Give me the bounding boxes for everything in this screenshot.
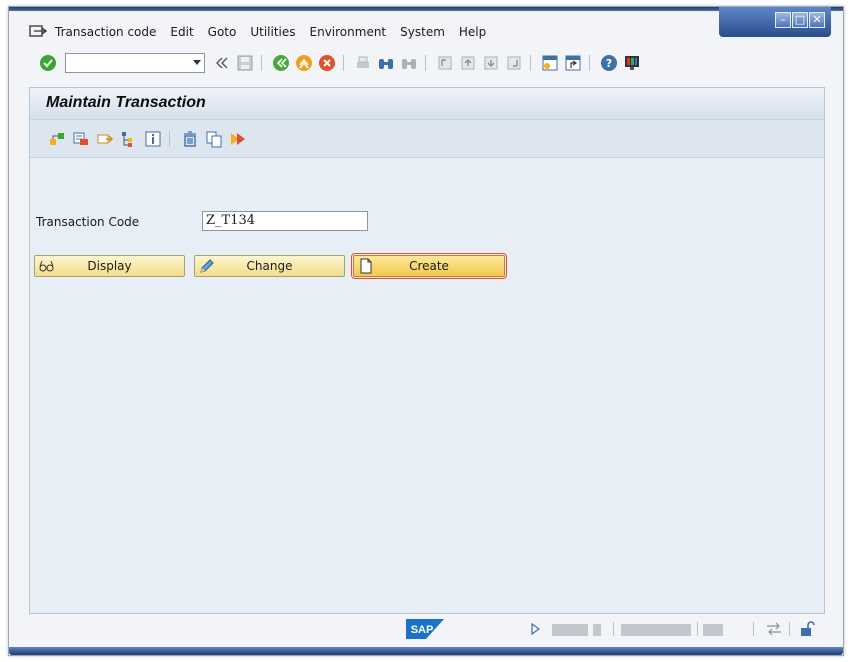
- enter-check-icon[interactable]: [39, 54, 57, 72]
- cancel-icon[interactable]: [318, 54, 336, 72]
- print-icon[interactable]: [354, 54, 372, 72]
- glasses-icon: [39, 260, 54, 272]
- standard-toolbar: ?: [9, 49, 843, 77]
- transaction-code-label: Transaction Code: [36, 215, 140, 229]
- server-info-blur: [621, 624, 691, 636]
- page-title: Maintain Transaction: [46, 94, 206, 111]
- toolbar-separator: [169, 130, 170, 147]
- create-button-label: Create: [409, 259, 449, 273]
- delete-icon[interactable]: [181, 130, 199, 148]
- overwrite-mode-icon[interactable]: [765, 622, 783, 636]
- display-button[interactable]: Display: [34, 255, 185, 277]
- window-bottom-border: [9, 647, 843, 655]
- transaction-code-input[interactable]: Z_T134: [202, 211, 368, 231]
- customize-layout-icon[interactable]: [623, 54, 641, 72]
- status-bar: SAP: [9, 617, 843, 641]
- command-input[interactable]: [68, 55, 190, 73]
- info-icon[interactable]: [144, 130, 162, 148]
- sap-logo: SAP: [406, 619, 444, 639]
- chevron-down-icon[interactable]: [193, 60, 201, 65]
- new-document-icon: [360, 258, 372, 274]
- menu-goto[interactable]: Goto: [208, 25, 237, 39]
- create-button[interactable]: Create: [351, 253, 507, 279]
- status-separator: [753, 622, 754, 636]
- svg-text:SAP: SAP: [411, 624, 434, 636]
- change-button[interactable]: Change: [194, 255, 345, 277]
- transport-icon[interactable]: [96, 130, 114, 148]
- toolbar-separator: [261, 55, 262, 71]
- main-content: Maintain Transaction Transaction Code Z_…: [29, 87, 825, 614]
- menu-toggle-icon[interactable]: [29, 25, 47, 39]
- toolbar-separator: [425, 55, 426, 71]
- collapse-double-chevron-icon[interactable]: [213, 54, 231, 72]
- next-page-icon[interactable]: [482, 54, 500, 72]
- toolbar-separator: [589, 55, 590, 71]
- display-button-label: Display: [87, 259, 132, 273]
- menu-transaction-code[interactable]: Transaction code: [55, 25, 156, 39]
- screen-title-bar: Maintain Transaction: [30, 88, 824, 120]
- menubar: Transaction code Edit Goto Utilities Env…: [9, 21, 843, 43]
- system-info-blur: [552, 624, 588, 636]
- command-field[interactable]: [65, 53, 205, 73]
- last-page-icon[interactable]: [505, 54, 523, 72]
- client-info-blur: [703, 624, 723, 636]
- menu-help[interactable]: Help: [459, 25, 486, 39]
- status-separator: [697, 622, 698, 636]
- save-icon[interactable]: [236, 54, 254, 72]
- svg-text:?: ?: [606, 57, 612, 70]
- status-separator: [613, 622, 614, 636]
- first-page-icon[interactable]: [436, 54, 454, 72]
- previous-page-icon[interactable]: [459, 54, 477, 72]
- window-top-border: [9, 7, 843, 11]
- object-hierarchy-icon[interactable]: [48, 130, 66, 148]
- application-toolbar: [30, 120, 824, 158]
- back-icon[interactable]: [272, 54, 290, 72]
- execute-transaction-icon[interactable]: [229, 130, 247, 148]
- menu-edit[interactable]: Edit: [170, 25, 193, 39]
- tree-structure-icon[interactable]: [120, 130, 138, 148]
- shortcut-icon[interactable]: [564, 54, 582, 72]
- menu-environment[interactable]: Environment: [310, 25, 387, 39]
- expand-status-icon[interactable]: [531, 623, 541, 635]
- find-icon[interactable]: [377, 54, 395, 72]
- new-session-icon[interactable]: [541, 54, 559, 72]
- sap-window: – □ ✕ Transaction code Edit Goto Utiliti…: [8, 6, 844, 656]
- pencil-icon: [200, 259, 214, 273]
- menu-utilities[interactable]: Utilities: [250, 25, 295, 39]
- find-next-icon[interactable]: [400, 54, 418, 72]
- status-separator: [789, 622, 790, 636]
- exit-icon[interactable]: [295, 54, 313, 72]
- lock-icon[interactable]: [799, 621, 815, 637]
- where-used-icon[interactable]: [72, 130, 90, 148]
- help-icon[interactable]: ?: [600, 54, 618, 72]
- toolbar-separator: [530, 55, 531, 71]
- copy-icon[interactable]: [205, 130, 223, 148]
- system-info-blur: [593, 624, 601, 636]
- change-button-label: Change: [246, 259, 293, 273]
- menu-system[interactable]: System: [400, 25, 445, 39]
- toolbar-separator: [343, 55, 344, 71]
